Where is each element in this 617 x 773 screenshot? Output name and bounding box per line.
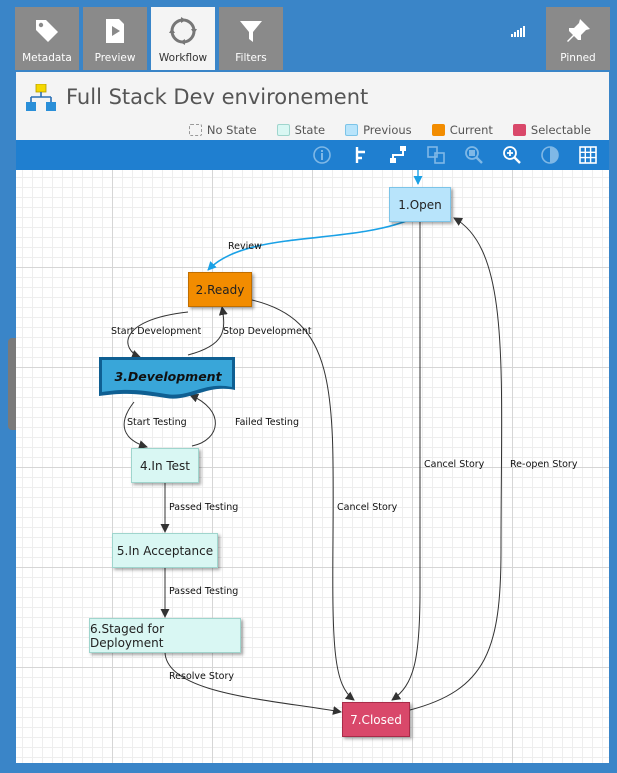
legend-swatch	[431, 124, 445, 136]
transition-label[interactable]: Resolve Story	[169, 671, 234, 682]
play-icon	[106, 19, 124, 43]
transition-label[interactable]: Passed Testing	[169, 502, 238, 513]
state-label: 3.Development	[114, 369, 222, 384]
transition-label[interactable]: Start Testing	[127, 417, 187, 428]
pin-icon	[567, 19, 590, 42]
state-label: 5.In Acceptance	[116, 543, 214, 558]
transition-label[interactable]: Re-open Story	[510, 459, 577, 470]
state-ready[interactable]: 2.Ready	[188, 272, 252, 307]
transition-label[interactable]: Cancel Story	[337, 502, 397, 513]
legend-label: State	[294, 123, 326, 137]
zoom-in-icon[interactable]	[501, 144, 523, 166]
legend-item-previous: Previous	[345, 123, 412, 137]
legend-item-state: State	[276, 123, 326, 137]
transition-label[interactable]: Start Development	[111, 326, 201, 337]
tab-label: Preview	[94, 52, 136, 64]
diagram-toolbar	[16, 140, 609, 170]
tab-label: Workflow	[158, 52, 208, 64]
legend-label: Selectable	[530, 123, 591, 137]
pinned-label: Pinned	[560, 52, 596, 64]
legend-swatch	[188, 124, 202, 136]
legend-swatch	[276, 124, 290, 136]
signal-icon	[511, 19, 526, 37]
layout-icon[interactable]	[387, 144, 409, 166]
state-staged-for-deployment[interactable]: 6.Staged for Deployment	[89, 618, 241, 653]
state-label: 4.In Test	[139, 458, 191, 473]
state-open[interactable]: 1.Open	[389, 187, 451, 222]
overview-icon[interactable]	[539, 144, 561, 166]
tab-bar: Metadata Preview Workflow Filters Pinned	[0, 0, 617, 72]
tab-preview[interactable]: Preview	[83, 7, 147, 70]
state-closed[interactable]: 7.Closed	[342, 702, 410, 737]
tab-label: Metadata	[22, 52, 72, 64]
legend-swatch	[345, 124, 359, 136]
hierarchy-icon	[26, 84, 56, 111]
info-icon[interactable]	[311, 144, 333, 166]
legend-item-current: Current	[431, 123, 493, 137]
tab-workflow[interactable]: Workflow	[151, 7, 215, 70]
transition-label[interactable]: Passed Testing	[169, 586, 238, 597]
edge-cancel-story-open	[391, 222, 421, 701]
align-tree-icon[interactable]	[349, 144, 371, 166]
tab-metadata[interactable]: Metadata	[15, 7, 79, 70]
edge-failed-testing	[189, 393, 216, 447]
state-in-acceptance[interactable]: 5.In Acceptance	[112, 533, 218, 568]
state-label: 1.Open	[398, 197, 442, 212]
legend: No State State Previous Current Selectab…	[169, 123, 591, 137]
state-in-test[interactable]: 4.In Test	[131, 448, 199, 483]
state-label: 7.Closed	[350, 712, 402, 727]
panel-resize-handle[interactable]	[8, 338, 16, 430]
transition-label[interactable]: Cancel Story	[424, 459, 484, 470]
edge-cancel-story-ready	[251, 299, 355, 701]
pinned-button[interactable]: Pinned	[546, 7, 610, 70]
transition-label[interactable]: Stop Development	[223, 326, 312, 337]
state-label: 2.Ready	[195, 282, 245, 297]
grid-icon[interactable]	[577, 144, 599, 166]
state-label: 6.Staged for Deployment	[90, 621, 165, 650]
legend-label: No State	[206, 123, 257, 137]
transition-label[interactable]: Review	[228, 241, 262, 252]
legend-label: Current	[449, 123, 493, 137]
zoom-fit-icon[interactable]	[463, 144, 485, 166]
legend-swatch	[512, 124, 526, 136]
workflow-header: Full Stack Dev environement No State Sta…	[16, 72, 609, 140]
transition-label[interactable]: Failed Testing	[235, 417, 299, 428]
legend-item-selectable: Selectable	[512, 123, 591, 137]
legend-item-no-state: No State	[188, 123, 257, 137]
page-title: Full Stack Dev environement	[66, 85, 369, 109]
workflow-canvas[interactable]: Review Start Development Stop Developmen…	[16, 170, 609, 763]
tab-label: Filters	[235, 52, 267, 64]
legend-label: Previous	[363, 123, 412, 137]
refresh-icon	[169, 17, 197, 45]
tag-icon	[36, 20, 58, 42]
funnel-icon	[240, 21, 262, 42]
copy-icon[interactable]	[425, 144, 447, 166]
edge-resolve-story	[164, 651, 342, 715]
tab-filters[interactable]: Filters	[219, 7, 283, 70]
